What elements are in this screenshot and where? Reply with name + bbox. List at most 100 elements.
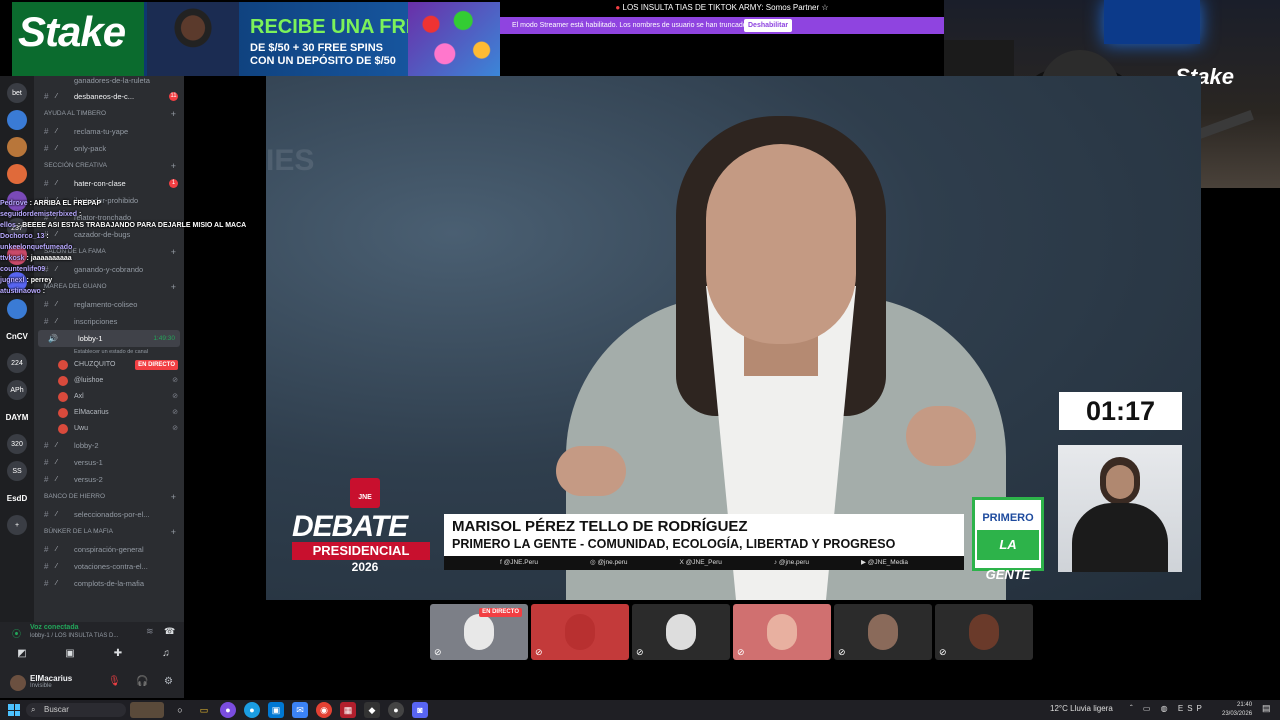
channel-item[interactable]: # ⁄ inscripciones <box>34 313 184 330</box>
server-icon[interactable] <box>7 110 27 130</box>
signer-body <box>1072 503 1168 572</box>
voice-channel-lobby-1[interactable]: 🔊 lobby-1 1:49:30 <box>38 330 180 347</box>
category-ayuda[interactable]: AYUDA AL TIMBERO + <box>34 105 184 123</box>
browser-icon[interactable]: ● <box>220 702 236 718</box>
voice-user[interactable]: ElMacarius ⊘ <box>34 405 184 421</box>
screen-share-icon[interactable]: ▣ <box>62 646 78 662</box>
channel-item[interactable]: # ⁄ votaciones-contra-el... <box>34 558 184 575</box>
app-icon-red[interactable]: ▦ <box>340 702 356 718</box>
task-view-icon[interactable]: ○ <box>172 702 188 718</box>
server-icon[interactable] <box>7 299 27 319</box>
channel-item[interactable]: # ⁄ versus-2 <box>34 471 184 488</box>
category-creativa[interactable]: SECCIÓN CREATIVA + <box>34 157 184 175</box>
chrome-icon[interactable]: ◉ <box>316 702 332 718</box>
voice-status[interactable]: Voz conectada <box>30 624 79 631</box>
jne-logo: JNE <box>350 478 380 508</box>
discord-icon[interactable]: ◙ <box>412 702 428 718</box>
participant-tile[interactable]: ⊘ <box>935 604 1033 660</box>
voice-channel-name[interactable]: lobby-1 / LOS INSULTA TIAS D... <box>30 633 118 639</box>
windows-start-icon[interactable] <box>8 704 20 716</box>
channel-item[interactable]: # ⁄ desbaneos-de-c... 11 <box>34 88 184 105</box>
channel-item[interactable]: # ⁄ complots-de-la-mafia <box>34 575 184 592</box>
add-channel-icon[interactable]: + <box>171 488 176 506</box>
add-channel-icon[interactable]: + <box>171 523 176 541</box>
social-x: X @JNE_Peru <box>679 559 722 566</box>
app-icon[interactable]: ✉ <box>292 702 308 718</box>
mute-icon[interactable]: 🎙 <box>108 676 121 687</box>
channel-item[interactable]: # ⁄ lobby-2 <box>34 437 184 454</box>
channel-item[interactable]: # ⁄ seleccionados-por-el... <box>34 506 184 523</box>
category-banco[interactable]: BANCO DE HIERRO + <box>34 488 184 506</box>
participant-tile[interactable]: ⊘ <box>834 604 932 660</box>
participant-tile[interactable]: ⊘ EN DIRECTO <box>430 604 528 660</box>
camera-off-icon[interactable]: ◩ <box>14 646 30 662</box>
activities-icon[interactable]: ✚ <box>110 646 126 662</box>
voice-user[interactable]: Axl ⊘ <box>34 389 184 405</box>
store-icon[interactable]: ▣ <box>268 702 284 718</box>
soundboard-icon[interactable]: ♫ <box>158 646 174 662</box>
taskbar-clock[interactable]: 21:40 23/03/2026 <box>1222 701 1252 719</box>
voice-user-name: Uwu <box>74 425 89 432</box>
participant-tile[interactable]: ⊘ <box>531 604 629 660</box>
signal-icon[interactable]: ⦿ <box>12 627 21 640</box>
channel-item[interactable]: # ⁄ conspiración-general <box>34 541 184 558</box>
disconnect-icon[interactable]: ☎ <box>164 626 175 637</box>
channel-item[interactable]: ganadores-de-la-ruleta <box>34 76 184 88</box>
participant-figure <box>969 614 999 650</box>
avatar <box>58 424 68 434</box>
user-name[interactable]: ElMacarius <box>30 674 72 683</box>
channel-item[interactable]: # ⁄ reclama-tu-yape <box>34 123 184 140</box>
channel-status[interactable]: Establecer un estado de canal <box>34 347 184 357</box>
participant-tile[interactable]: ⊘ <box>733 604 831 660</box>
channel-item[interactable]: # ⁄ reglamento-coliseo <box>34 296 184 313</box>
avatar[interactable] <box>10 675 26 691</box>
server-icon[interactable]: bet <box>7 83 27 103</box>
chat-text: : <box>42 288 46 295</box>
settings-icon[interactable]: ⚙ <box>164 676 173 687</box>
webcam-mic-arm <box>1194 110 1254 140</box>
add-channel-icon[interactable]: + <box>171 105 176 123</box>
deafen-icon[interactable]: 🎧 <box>136 676 148 687</box>
chat-message: Pedrove : ARRIBA EL FREPAP <box>0 198 240 209</box>
notifications-icon[interactable]: ▤ <box>1262 703 1271 714</box>
server-icon[interactable]: 224 <box>7 353 27 373</box>
server-icon[interactable]: 320 <box>7 434 27 454</box>
server-icon[interactable] <box>7 137 27 157</box>
chat-message: jugnexl : perrey <box>0 275 240 286</box>
hash-icon: # <box>44 510 49 519</box>
server-icon[interactable]: DAYM <box>2 407 32 427</box>
system-tray[interactable]: ˆ ▭ ◍ ESP <box>1130 704 1206 713</box>
voice-user[interactable]: Uwu ⊘ <box>34 421 184 437</box>
noise-suppression-icon[interactable]: ≋ <box>146 626 154 637</box>
server-icon[interactable]: SS <box>7 461 27 481</box>
sponsor-banner[interactable]: Stake RECIBE UNA FREEBET DE $/50 + 30 FR… <box>12 2 500 76</box>
chat-message: ttvkosk : jaaaaaaaaaa <box>0 253 240 264</box>
add-channel-icon[interactable]: + <box>171 157 176 175</box>
voice-user[interactable]: @luishoe ⊘ <box>34 373 184 389</box>
video-bg-text: IES <box>266 144 315 177</box>
chat-message: unkeelonquefumeado <box>0 242 240 253</box>
channel-item[interactable]: # ⁄ hater-con-clase 1 <box>34 175 184 192</box>
live-badge: EN DIRECTO <box>479 608 522 617</box>
file-explorer-icon[interactable]: ▭ <box>196 702 212 718</box>
disable-streamer-mode-button[interactable]: Deshabilitar <box>744 19 793 32</box>
voice-user-name: CHUZQUITO <box>74 361 116 368</box>
server-icon[interactable]: EsdD <box>2 488 32 508</box>
chat-user: atustinaowo <box>0 288 41 295</box>
channel-item[interactable]: # ⁄ versus-1 <box>34 454 184 471</box>
app-icon-circle[interactable]: ● <box>388 702 404 718</box>
participant-tile[interactable]: ⊘ <box>632 604 730 660</box>
server-icon[interactable]: + <box>7 515 27 535</box>
taskbar-widget-icon[interactable] <box>130 702 164 718</box>
category-bunker[interactable]: BÚNKER DE LA MAFIA + <box>34 523 184 541</box>
taskbar-weather[interactable]: 12°C Lluvia ligera <box>1050 704 1113 713</box>
taskbar-search[interactable]: ⌕ Buscar <box>26 703 126 717</box>
webcam-tv <box>1104 0 1200 44</box>
server-icon[interactable]: APh <box>7 380 27 400</box>
channel-item[interactable]: # ⁄ only-pack <box>34 140 184 157</box>
edge-icon[interactable]: ● <box>244 702 260 718</box>
server-icon[interactable]: CnCV <box>2 326 32 346</box>
voice-user[interactable]: CHUZQUITO EN DIRECTO <box>34 357 184 373</box>
server-icon[interactable] <box>7 164 27 184</box>
app-icon-dark[interactable]: ◆ <box>364 702 380 718</box>
